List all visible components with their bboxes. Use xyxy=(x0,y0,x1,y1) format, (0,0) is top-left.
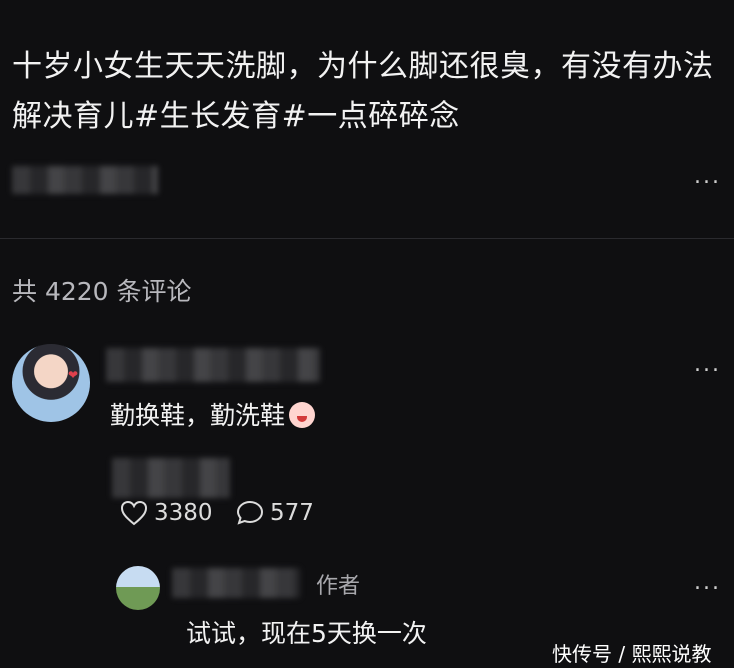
author-avatar[interactable] xyxy=(116,566,160,610)
comment-text: 勤换鞋，勤洗鞋 xyxy=(110,396,316,432)
comment-bubble-icon xyxy=(236,500,264,525)
reply-count: 577 xyxy=(270,500,314,526)
like-stat[interactable]: 3380 xyxy=(120,500,213,526)
username-blur xyxy=(12,166,158,194)
comment-more-icon[interactable]: ... xyxy=(694,352,721,377)
watermark: 快传号 / 熙熙说教 xyxy=(552,642,712,666)
heart-sticker-icon: ❤ xyxy=(67,368,78,382)
commenter-name-blur xyxy=(106,348,320,382)
comment-count: 共 4220 条评论 xyxy=(12,277,192,306)
heart-icon xyxy=(120,500,148,526)
reply-text: 试试，现在5天换一次 xyxy=(186,619,427,648)
divider xyxy=(0,238,734,239)
avatar[interactable]: ❤ xyxy=(12,344,90,422)
reply-more-icon[interactable]: ... xyxy=(694,570,721,595)
post-text: 十岁小女生天天洗脚，为什么脚还很臭，有没有办法解决育儿#生长发育#一点碎碎念 xyxy=(12,49,714,134)
author-tag: 作者 xyxy=(316,574,361,599)
comment-meta-blur xyxy=(112,458,230,498)
reply-stat[interactable]: 577 xyxy=(236,500,314,526)
comment-text-label: 勤换鞋，勤洗鞋 xyxy=(110,401,286,430)
crying-face-icon xyxy=(289,402,316,428)
post-more-icon[interactable]: ... xyxy=(694,164,721,189)
like-count: 3380 xyxy=(154,500,213,526)
author-name-blur xyxy=(172,568,300,598)
